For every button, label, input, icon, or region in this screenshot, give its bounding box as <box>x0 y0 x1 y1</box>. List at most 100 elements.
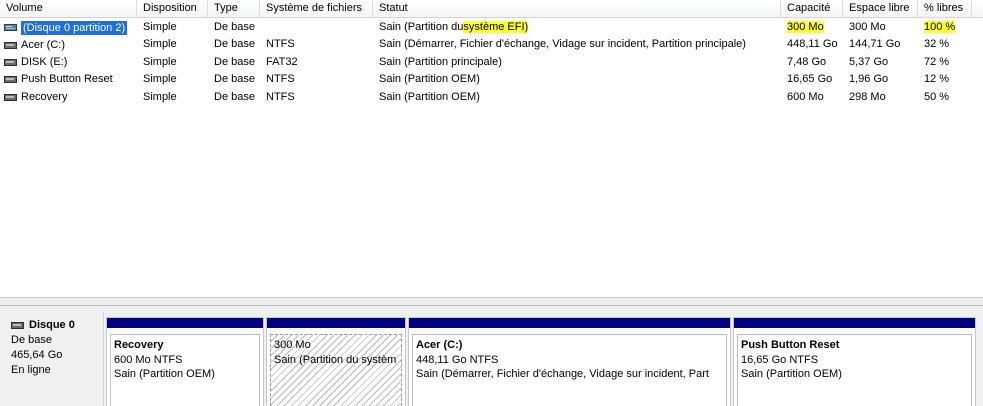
volume-capacity: 600 Mo <box>787 90 824 103</box>
volume-percent-free: 32 % <box>924 38 950 51</box>
volume-filesystem: NTFS <box>266 90 295 103</box>
volume-row[interactable]: DISK (E:) Simple De base FAT32 Sain (Par… <box>0 54 983 71</box>
volume-status-highlight: système EFI) <box>463 21 529 33</box>
disk-title: Disque 0 <box>29 319 75 331</box>
partition-recovery[interactable]: Recovery 600 Mo NTFS Sain (Partition OEM… <box>106 317 264 406</box>
partition-name: Push Button Reset <box>741 339 840 351</box>
partition-status: Sain (Partition OEM) <box>741 368 842 380</box>
volume-name: Push Button Reset <box>21 73 113 86</box>
partition-bar <box>267 318 405 330</box>
volume-percent-free: 72 % <box>924 55 950 68</box>
volume-type: De base <box>214 38 255 51</box>
partition-acer-c[interactable]: Acer (C:) 448,11 Go NTFS Sain (Démarrer,… <box>408 317 731 406</box>
volume-filesystem: NTFS <box>266 38 295 51</box>
volume-capacity: 16,65 Go <box>787 73 833 86</box>
partition-name: Acer (C:) <box>416 339 463 351</box>
volume-cell: Recovery <box>0 89 137 106</box>
column-header-percent-free[interactable]: % libres <box>918 0 972 18</box>
drive-icon <box>4 24 17 32</box>
volume-cell: Acer (C:) <box>0 36 137 53</box>
volume-layout: Simple <box>143 73 177 86</box>
volume-row[interactable]: (Disque 0 partition 2) Simple De base Sa… <box>0 19 983 36</box>
partition-name: Recovery <box>114 339 164 351</box>
volume-row[interactable]: Recovery Simple De base NTFS Sain (Parti… <box>0 89 983 106</box>
partition-body: Push Button Reset 16,65 Go NTFS Sain (Pa… <box>737 334 972 406</box>
partition-body: Acer (C:) 448,11 Go NTFS Sain (Démarrer,… <box>412 334 727 406</box>
volume-free-space: 5,37 Go <box>849 55 889 68</box>
volume-free-space: 298 Mo <box>849 90 886 103</box>
volume-name: (Disque 0 partition 2) <box>21 20 128 35</box>
volume-name: Acer (C:) <box>21 38 65 51</box>
volume-name: DISK (E:) <box>21 55 68 68</box>
drive-icon <box>4 41 17 49</box>
volume-status-text: Sain (Partition du <box>379 21 464 33</box>
volume-type: De base <box>214 73 255 86</box>
column-header-status[interactable]: Statut <box>373 0 781 18</box>
volume-percent-free: 100 % <box>918 19 972 36</box>
volume-type: De base <box>214 90 255 103</box>
volume-capacity: 7,48 Go <box>787 55 827 68</box>
partition-status: Sain (Partition OEM) <box>114 368 215 380</box>
partition-status: Sain (Partition du systèm <box>274 353 397 366</box>
drive-icon <box>4 93 17 101</box>
volume-type: De base <box>214 21 255 33</box>
volume-percent-value: 100 % <box>924 21 956 33</box>
volume-free-space: 144,71 Go <box>849 38 901 51</box>
volume-status: Sain (Partition OEM) <box>379 73 480 86</box>
partition-push-button-reset[interactable]: Push Button Reset 16,65 Go NTFS Sain (Pa… <box>733 317 976 406</box>
volume-row[interactable]: Push Button Reset Simple De base NTFS Sa… <box>0 71 983 88</box>
volume-capacity-value: 300 Mo <box>787 21 824 33</box>
partition-bar <box>107 318 263 330</box>
column-header-volume[interactable]: Volume <box>0 0 137 18</box>
drive-icon <box>4 76 17 84</box>
volume-layout: Simple <box>143 21 177 33</box>
volume-name: Recovery <box>21 90 68 103</box>
partition-body: Recovery 600 Mo NTFS Sain (Partition OEM… <box>110 334 260 406</box>
column-header-free-space[interactable]: Espace libre <box>843 0 918 18</box>
drive-icon <box>4 58 17 66</box>
volume-layout: Simple <box>143 38 177 51</box>
column-header-filesystem[interactable]: Système de fichiers <box>260 0 373 18</box>
volume-list: Volume Disposition Type Système de fichi… <box>0 0 983 296</box>
column-header-capacity[interactable]: Capacité <box>781 0 843 18</box>
partition-bar <box>409 318 730 330</box>
disk-info-panel[interactable]: Disque 0 De base 465,64 Go En ligne <box>2 312 104 406</box>
partition-bar <box>734 318 975 330</box>
volume-cell: Push Button Reset <box>0 71 137 88</box>
partition-status: Sain (Démarrer, Fichier d'échange, Vidag… <box>416 368 709 380</box>
disk-title-row: Disque 0 <box>11 318 103 333</box>
volume-filesystem: NTFS <box>266 73 295 86</box>
partition-size: 600 Mo NTFS <box>114 353 183 366</box>
volume-status: Sain (Partition principale) <box>379 55 502 68</box>
volume-capacity: 300 Mo <box>781 19 843 36</box>
volume-percent-free: 12 % <box>924 73 950 86</box>
volume-filesystem <box>260 19 373 36</box>
partition-size: 16,65 Go NTFS <box>741 353 819 366</box>
partition-size: 448,11 Go NTFS <box>416 353 499 366</box>
disk-type: De base <box>11 334 52 346</box>
volume-status: Sain (Démarrer, Fichier d'échange, Vidag… <box>379 38 746 51</box>
volume-row[interactable]: Acer (C:) Simple De base NTFS Sain (Déma… <box>0 36 983 53</box>
volume-layout: Simple <box>143 55 177 68</box>
disk-icon <box>11 322 24 329</box>
disk-map-pane: Disque 0 De base 465,64 Go En ligne Reco… <box>0 305 983 406</box>
volume-free-space: 300 Mo <box>849 21 886 33</box>
volume-filesystem: FAT32 <box>266 55 298 68</box>
volume-status: Sain (Partition dusystème EFI) <box>373 19 781 36</box>
volume-capacity: 448,11 Go <box>787 38 838 51</box>
volume-free-space: 1,96 Go <box>849 73 889 86</box>
column-header-type[interactable]: Type <box>208 0 260 18</box>
disk-state: En ligne <box>11 364 51 376</box>
volume-type: De base <box>214 55 255 68</box>
volume-status: Sain (Partition OEM) <box>379 90 480 103</box>
partition-body-selected: 300 Mo Sain (Partition du systèm <box>270 334 402 406</box>
partition-size: 300 Mo <box>274 339 311 351</box>
volume-cell: DISK (E:) <box>0 54 137 71</box>
disk-size: 465,64 Go <box>11 349 63 361</box>
pane-splitter[interactable] <box>0 297 983 305</box>
partition-efi[interactable]: 300 Mo Sain (Partition du systèm <box>266 317 406 406</box>
volume-percent-free: 50 % <box>924 90 950 103</box>
column-header-disposition[interactable]: Disposition <box>137 0 208 18</box>
column-header-row: Volume Disposition Type Système de fichi… <box>0 0 983 18</box>
volume-layout: Simple <box>143 90 177 103</box>
